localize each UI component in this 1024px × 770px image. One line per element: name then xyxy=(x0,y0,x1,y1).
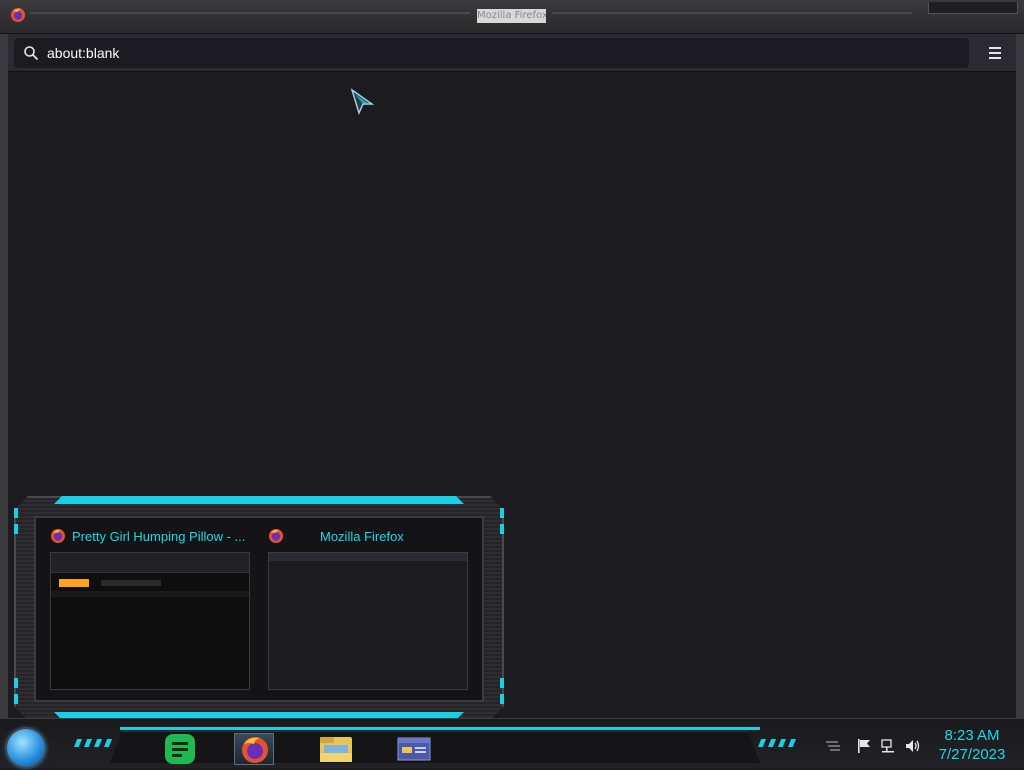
hamburger-menu-icon[interactable] xyxy=(984,42,1006,64)
window-thumbnail[interactable]: Pretty Girl Humping Pillow - ... xyxy=(50,526,260,696)
show-desktop-icon[interactable] xyxy=(824,738,840,754)
url-bar[interactable]: about:blank xyxy=(14,38,969,68)
chevron-decoration-icon xyxy=(758,739,798,749)
firefox-icon xyxy=(51,529,65,543)
thumbnail-image xyxy=(50,552,250,690)
network-icon[interactable] xyxy=(880,738,896,754)
preview-glow-top xyxy=(54,496,464,504)
window-app-icon xyxy=(397,737,431,761)
taskbar-app-window[interactable] xyxy=(394,733,434,765)
taskbar-app-file-explorer[interactable] xyxy=(316,733,356,765)
taskbar-app-firefox[interactable] xyxy=(234,733,274,765)
firefox-icon[interactable] xyxy=(10,7,26,23)
mouse-cursor-icon xyxy=(350,88,375,116)
volume-icon[interactable] xyxy=(904,738,920,754)
firefox-icon xyxy=(242,737,268,763)
taskbar-band xyxy=(110,731,760,763)
flag-icon[interactable] xyxy=(856,738,872,754)
window-border-right xyxy=(1016,34,1024,726)
notes-app-icon xyxy=(165,734,195,764)
taskbar-accent-rail xyxy=(120,727,760,730)
window-border-left xyxy=(0,34,8,726)
preview-inner: Pretty Girl Humping Pillow - ... Mozilla… xyxy=(34,516,484,702)
taskbar-app-notes[interactable] xyxy=(160,733,200,765)
clock-time: 8:23 AM xyxy=(944,727,1000,744)
thumbnail-image xyxy=(268,552,468,690)
url-text[interactable]: about:blank xyxy=(47,44,119,62)
taskbar-thumbnail-preview: Pretty Girl Humping Pillow - ... Mozilla… xyxy=(14,496,504,720)
system-clock[interactable]: 8:23 AM 7/27/2023 xyxy=(930,726,1014,764)
title-decoration-right xyxy=(552,12,912,14)
start-orb-icon[interactable] xyxy=(7,729,45,767)
window-title: Mozilla Firefox xyxy=(477,9,546,23)
thumbnail-title: Pretty Girl Humping Pillow - ... xyxy=(72,529,246,544)
clock-date: 7/27/2023 xyxy=(938,746,1006,763)
navigation-toolbar: about:blank xyxy=(8,34,1016,72)
title-bar[interactable]: Mozilla Firefox xyxy=(0,0,1024,34)
window-controls-decoration xyxy=(928,2,1018,14)
preview-ticks-left xyxy=(14,508,20,708)
folder-icon xyxy=(320,737,352,762)
window-thumbnail[interactable]: Mozilla Firefox xyxy=(268,526,478,696)
search-icon xyxy=(24,46,39,61)
firefox-icon xyxy=(269,529,283,543)
title-decoration-left xyxy=(30,12,470,14)
chevron-decoration-icon xyxy=(74,739,114,749)
thumbnail-title: Mozilla Firefox xyxy=(320,529,404,544)
